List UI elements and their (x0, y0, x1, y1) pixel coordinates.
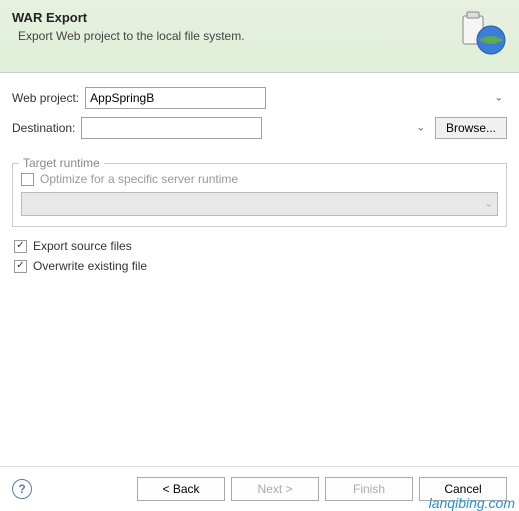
destination-label: Destination: (12, 121, 75, 135)
optimize-checkbox-row[interactable]: Optimize for a specific server runtime (21, 172, 498, 186)
destination-combo-wrap[interactable]: ⌄ (81, 117, 429, 139)
chevron-down-icon: ⌄ (485, 199, 493, 210)
destination-combo[interactable] (81, 117, 262, 139)
web-project-row: Web project: ⌄ (12, 87, 507, 109)
options-area: Export source files Overwrite existing f… (0, 235, 519, 283)
optimize-label: Optimize for a specific server runtime (40, 172, 238, 186)
web-project-label: Web project: (12, 91, 79, 105)
form-area: Web project: ⌄ Destination: ⌄ Browse... (0, 73, 519, 153)
help-icon[interactable]: ? (12, 479, 32, 499)
dialog-header: WAR Export Export Web project to the loc… (0, 0, 519, 73)
dialog-title: WAR Export (12, 10, 459, 25)
overwrite-row[interactable]: Overwrite existing file (14, 259, 505, 273)
back-button[interactable]: < Back (137, 477, 225, 501)
web-project-combo[interactable] (85, 87, 266, 109)
export-source-checkbox[interactable] (14, 240, 27, 253)
next-button: Next > (231, 477, 319, 501)
war-export-icon (459, 10, 507, 58)
browse-button[interactable]: Browse... (435, 117, 507, 139)
target-runtime-legend: Target runtime (19, 156, 104, 170)
overwrite-label: Overwrite existing file (33, 259, 147, 273)
dialog-subtitle: Export Web project to the local file sys… (12, 29, 459, 43)
finish-button: Finish (325, 477, 413, 501)
overwrite-checkbox[interactable] (14, 260, 27, 273)
target-runtime-group: Target runtime Optimize for a specific s… (12, 163, 507, 227)
chevron-down-icon: ⌄ (417, 123, 425, 134)
web-project-combo-wrap[interactable]: ⌄ (85, 87, 507, 109)
runtime-combo: ⌄ (21, 192, 498, 216)
header-text: WAR Export Export Web project to the loc… (12, 10, 459, 43)
optimize-checkbox[interactable] (21, 173, 34, 186)
chevron-down-icon: ⌄ (495, 93, 503, 104)
export-source-row[interactable]: Export source files (14, 239, 505, 253)
destination-row: Destination: ⌄ Browse... (12, 117, 507, 139)
watermark: lanqibing.com (429, 495, 515, 511)
export-source-label: Export source files (33, 239, 132, 253)
